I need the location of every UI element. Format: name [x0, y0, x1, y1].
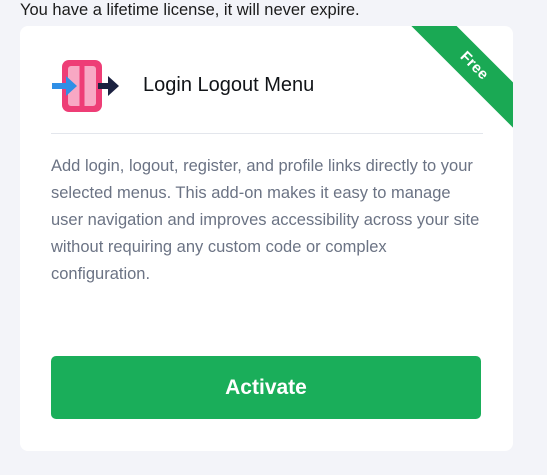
divider [51, 133, 483, 134]
addon-card: Free Login Logout Menu Add login, logout… [20, 26, 513, 451]
addon-description: Add login, logout, register, and profile… [51, 157, 480, 283]
addon-title: Login Logout Menu [143, 74, 315, 96]
free-badge: Free [409, 26, 513, 131]
license-note: You have a lifetime license, it will nev… [20, 1, 360, 19]
activate-button[interactable]: Activate [51, 356, 481, 419]
login-logout-icon [52, 58, 120, 114]
